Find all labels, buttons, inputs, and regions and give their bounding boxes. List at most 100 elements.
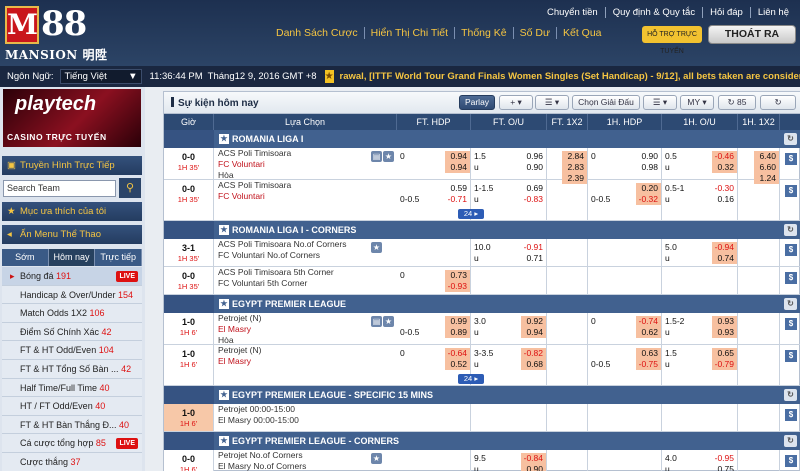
bet-type-icon[interactable]: $ xyxy=(785,153,797,165)
sport-item[interactable]: Điểm Số Chính Xác 42 xyxy=(2,322,142,342)
odds-value[interactable]: -0.46 xyxy=(712,151,737,162)
sport-item[interactable]: Half Time/Full Time 40 xyxy=(2,378,142,398)
link-rules[interactable]: Quy định & Quy tắc xyxy=(604,7,702,18)
bet-type-icon[interactable]: $ xyxy=(785,409,797,421)
refresh-icon[interactable]: ↻ xyxy=(784,133,797,145)
star-icon[interactable]: ★ xyxy=(219,299,229,309)
odds-type-button[interactable]: MY ▾ xyxy=(680,95,714,110)
odds-value[interactable]: -0.91 xyxy=(521,242,546,253)
refresh-icon[interactable]: ↻ xyxy=(784,435,797,447)
odds-value[interactable]: 0.90 xyxy=(521,464,546,471)
bet-type-icon[interactable]: $ xyxy=(785,455,797,467)
bet-type-icon[interactable]: $ xyxy=(785,185,797,197)
odds-value[interactable]: 6.40 xyxy=(754,151,779,162)
bet-type-icon[interactable]: $ xyxy=(785,350,797,362)
stats-icon[interactable]: ▤ xyxy=(371,151,382,162)
odds-value[interactable]: -0.95 xyxy=(712,453,737,464)
league-toggle[interactable] xyxy=(164,221,214,239)
live-support-button[interactable]: HỖ TRỢ TRỰC TUYẾN xyxy=(642,26,702,55)
casino-banner[interactable]: playtech CASINO TRỰC TUYẾN xyxy=(3,89,141,147)
refresh-button[interactable]: ↻ xyxy=(760,95,796,110)
nav-bet-list[interactable]: Danh Sách Cược xyxy=(270,27,364,39)
odds-value[interactable]: 0.74 xyxy=(712,253,737,264)
star-icon[interactable]: ★ xyxy=(219,225,229,235)
odds-value[interactable]: 0.52 xyxy=(445,359,470,370)
star-icon[interactable]: ★ xyxy=(324,70,334,83)
odds-value[interactable]: 0.98 xyxy=(636,162,661,173)
favorite-star-icon[interactable]: ★ xyxy=(383,151,394,162)
odds-value[interactable]: 0.93 xyxy=(712,316,737,327)
league-header[interactable]: ★ EGYPT PREMIER LEAGUE - SPECIFIC 15 MINS… xyxy=(164,386,800,404)
odds-value[interactable]: -0.30 xyxy=(712,183,737,194)
sport-item[interactable]: Cá cược tổng hợp 85 LIVE xyxy=(2,434,142,453)
odds-value[interactable]: -0.64 xyxy=(445,348,470,359)
search-input[interactable]: Search Team xyxy=(3,180,116,197)
odds-value[interactable]: 0.90 xyxy=(636,151,661,162)
odds-value[interactable]: -0.84 xyxy=(521,453,546,464)
tab-early[interactable]: Sớm xyxy=(2,249,49,266)
sport-item[interactable]: FT & HT Bàn Thắng Đ... 40 xyxy=(2,415,142,435)
view-button[interactable]: ☰ ▾ xyxy=(643,95,677,110)
add-button[interactable]: + ▾ xyxy=(499,95,533,110)
odds-value[interactable]: -0.32 xyxy=(636,194,661,205)
odds-value[interactable]: 0.59 xyxy=(445,183,470,194)
odds-value[interactable]: 0.96 xyxy=(521,151,546,162)
logout-button[interactable]: THOÁT RA xyxy=(708,25,796,44)
odds-value[interactable]: 0.94 xyxy=(445,162,470,173)
odds-value[interactable]: -0.94 xyxy=(712,242,737,253)
odds-value[interactable]: 0.73 xyxy=(445,270,470,281)
odds-value[interactable]: -0.74 xyxy=(636,316,661,327)
sport-item[interactable]: ▸ Bóng đá 191 LIVE xyxy=(2,267,142,286)
sport-item[interactable]: HT / FT Odd/Even 40 xyxy=(2,397,142,416)
tab-live[interactable]: Trực tiếp 40 xyxy=(95,249,143,279)
favorite-star-icon[interactable]: ★ xyxy=(383,316,394,327)
refresh-icon[interactable]: ↻ xyxy=(784,389,797,401)
odds-value[interactable]: 0.69 xyxy=(521,183,546,194)
odds-value[interactable]: 0.90 xyxy=(521,162,546,173)
odds-value[interactable]: -0.82 xyxy=(521,348,546,359)
odds-value[interactable]: 0.71 xyxy=(521,253,546,264)
odds-value[interactable]: 0.65 xyxy=(712,348,737,359)
odds-value[interactable]: -0.93 xyxy=(445,281,470,292)
sort-button[interactable]: ☰ ▾ xyxy=(535,95,569,110)
sport-item[interactable]: Handicap & Over/Under 154 xyxy=(2,285,142,305)
league-header[interactable]: ★ EGYPT PREMIER LEAGUE - CORNERS ↻ xyxy=(164,432,800,450)
nav-results[interactable]: Kết Qua xyxy=(555,27,608,39)
bet-type-icon[interactable]: $ xyxy=(785,318,797,330)
refresh-countdown-button[interactable]: ↻ 85 xyxy=(718,95,756,110)
tab-today[interactable]: Hôm nay xyxy=(48,249,96,266)
hide-sports-menu-button[interactable]: ◂ Ẩn Menu Thể Thao xyxy=(2,225,142,244)
sport-item[interactable]: Match Odds 1X2 106 xyxy=(2,304,142,323)
parlay-button[interactable]: Parlay xyxy=(459,95,495,110)
league-select-button[interactable]: Chọn Giải Đấu xyxy=(572,95,640,110)
odds-value[interactable]: 0.94 xyxy=(445,151,470,162)
odds-value[interactable]: 0.68 xyxy=(521,359,546,370)
odds-value[interactable]: 6.60 xyxy=(754,162,779,173)
more-bets-button[interactable]: 24 ▸ xyxy=(458,374,484,384)
more-bets-button[interactable]: 24 ▸ xyxy=(458,209,484,219)
favorite-star-icon[interactable]: ★ xyxy=(371,453,382,464)
league-header[interactable]: ★ ROMANIA LIGA I - CORNERS ↻ xyxy=(164,221,800,239)
search-icon[interactable]: ⚲ xyxy=(119,178,141,198)
odds-value[interactable]: 0.94 xyxy=(521,327,546,338)
odds-value[interactable]: -0.75 xyxy=(636,359,661,370)
nav-balance[interactable]: Số Dư xyxy=(512,27,556,39)
favorites-button[interactable]: ★ Mục ưa thích của tôi xyxy=(2,202,142,221)
nav-detail[interactable]: Hiển Thị Chi Tiết xyxy=(363,27,454,39)
star-icon[interactable]: ★ xyxy=(219,134,229,144)
m88-logo[interactable]: M 88 MANSION 明陞 xyxy=(5,4,107,62)
odds-value[interactable]: 0.32 xyxy=(712,162,737,173)
odds-value[interactable]: 0.20 xyxy=(636,183,661,194)
star-icon[interactable]: ★ xyxy=(219,436,229,446)
nav-statistics[interactable]: Thống Kê xyxy=(454,27,513,39)
odds-value[interactable]: 0.92 xyxy=(521,316,546,327)
odds-value[interactable]: 0.16 xyxy=(712,194,737,205)
odds-value[interactable]: -0.83 xyxy=(521,194,546,205)
favorite-star-icon[interactable]: ★ xyxy=(371,242,382,253)
league-toggle[interactable] xyxy=(164,130,214,148)
link-contact[interactable]: Liên hệ xyxy=(749,7,796,18)
league-toggle[interactable] xyxy=(164,432,214,450)
bet-type-icon[interactable]: $ xyxy=(785,272,797,284)
odds-value[interactable]: 0.63 xyxy=(636,348,661,359)
star-icon[interactable]: ★ xyxy=(219,390,229,400)
